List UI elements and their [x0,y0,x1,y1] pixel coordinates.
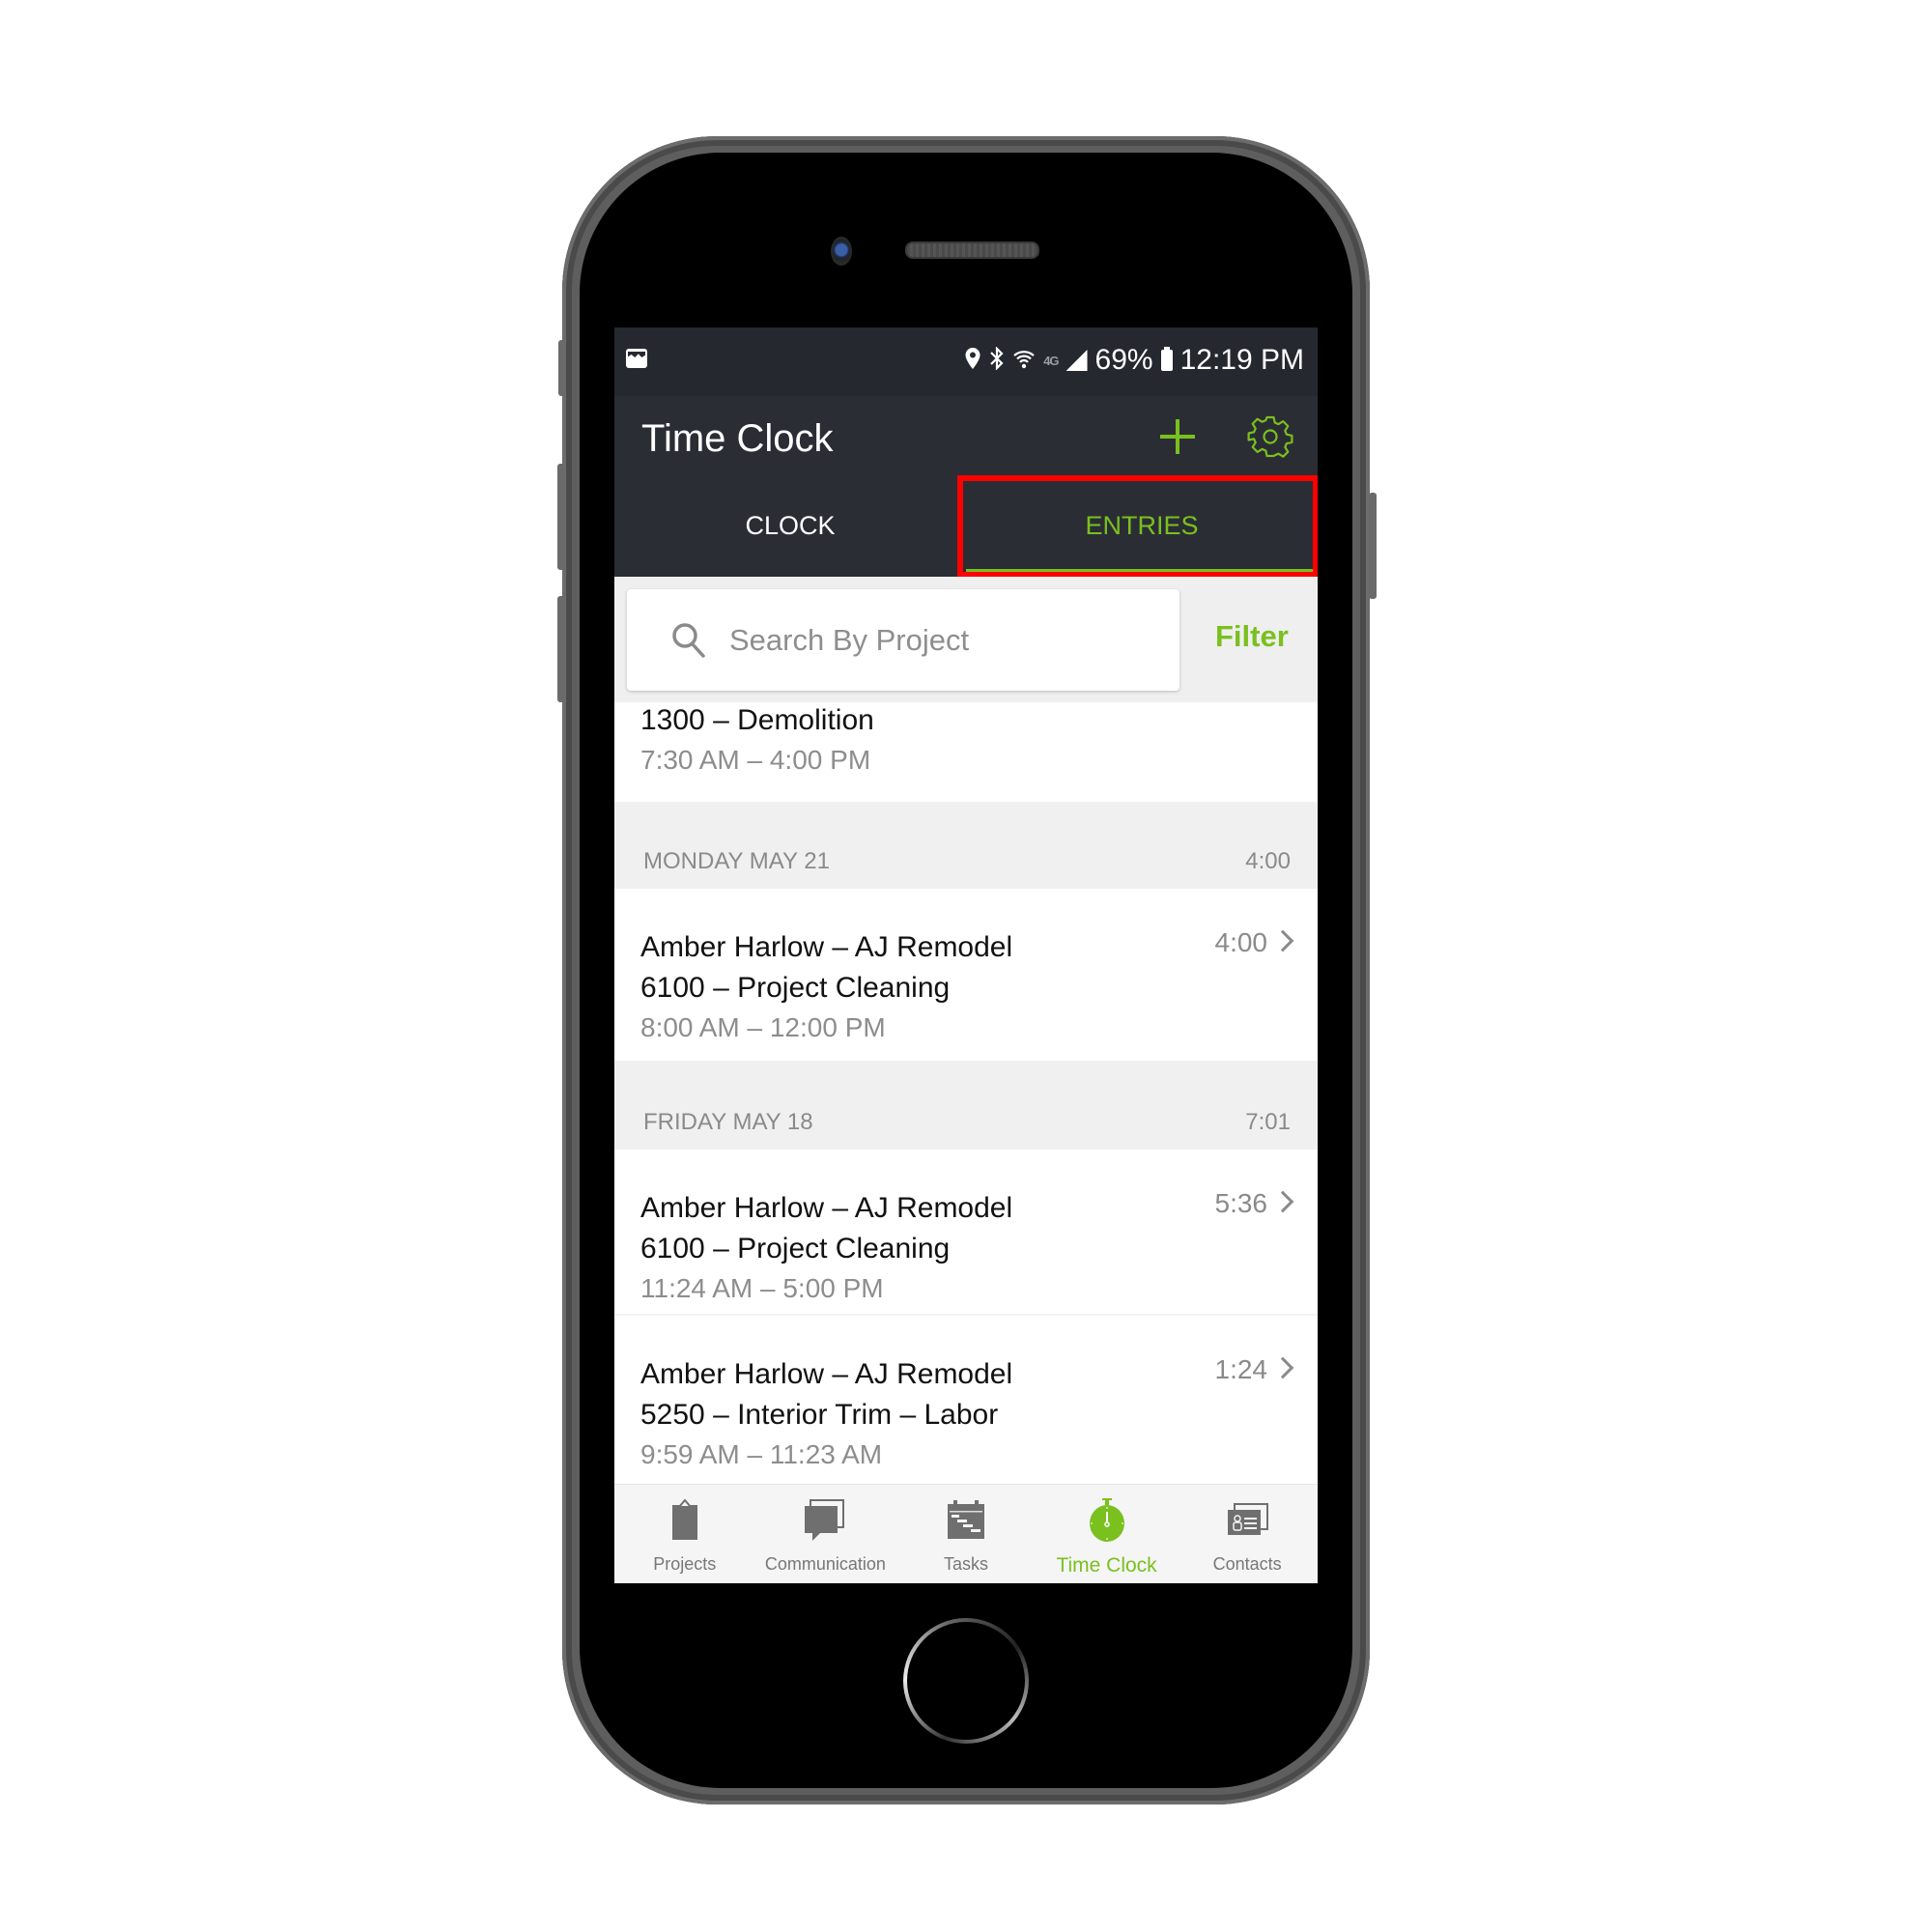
contact-card-icon [1228,1503,1269,1535]
time-entry-row[interactable]: Amber Harlow – AJ Remodel 6100 – Project… [614,889,1318,1061]
earpiece-speaker [905,242,1039,259]
settings-button[interactable] [1247,413,1293,460]
entry-duration: 1:24 [1214,1354,1268,1384]
entry-duration: 4:00 [1214,927,1268,957]
entry-time-range: 9:59 AM – 11:23 AM [640,1439,883,1469]
power-button [1369,493,1377,599]
search-input[interactable] [729,589,1154,691]
stopwatch-icon [1089,1498,1124,1542]
entry-cost-code: 6100 – Project Cleaning [640,1233,951,1264]
location-icon [964,347,981,375]
search-field[interactable] [627,589,1179,691]
gear-icon [1247,415,1293,458]
volume-up-button [557,464,565,570]
entry-cost-code: 1300 – Demolition [640,704,874,736]
nav-label: Communication [764,1554,886,1574]
nav-contacts[interactable]: Contacts [1177,1485,1318,1583]
nav-label: Contacts [1212,1554,1282,1574]
nav-label: Projects [653,1554,717,1574]
time-entry-row[interactable]: Amber Harlow – AJ Remodel 6100 – Project… [614,1150,1318,1316]
nav-label: Tasks [943,1554,988,1574]
app-bar: Time Clock CLOCK ENTRIES [614,396,1318,578]
clock-time: 12:19 PM [1179,344,1304,376]
nav-time-clock[interactable]: Time Clock [1037,1485,1178,1583]
filter-button[interactable]: Filter [1215,619,1289,654]
gantt-calendar-icon [947,1500,984,1539]
entry-cost-code: 5250 – Interior Trim – Labor [640,1399,999,1431]
day-label: MONDAY MAY 21 [643,848,830,874]
add-entry-button[interactable] [1158,417,1197,456]
page-title: Time Clock [641,417,834,460]
search-bar-area: Filter [614,577,1318,702]
clipboard-icon [671,1498,697,1540]
wifi-icon [1012,347,1036,375]
time-entries-list[interactable]: 1300 – Demolition 7:30 AM – 4:00 PM MOND… [614,702,1318,1484]
4g-icon: 4G [1043,353,1059,368]
day-total: 4:00 [1245,848,1291,874]
entry-time-range: 11:24 AM – 5:00 PM [640,1273,884,1303]
nav-communication[interactable]: Communication [755,1485,896,1583]
day-label: FRIDAY MAY 18 [643,1109,813,1135]
entry-duration: 5:36 [1214,1188,1268,1218]
search-icon [672,623,705,658]
time-entry-row[interactable]: Amber Harlow – AJ Remodel 5250 – Interio… [614,1316,1318,1482]
day-total: 7:01 [1245,1109,1291,1135]
front-camera [831,237,852,266]
app-screen: 4G 69% 12:19 PM Time Clock CLOCK ENTRIES [614,327,1318,1583]
status-bar: 4G 69% 12:19 PM [614,327,1318,396]
time-entry-row[interactable]: 1300 – Demolition 7:30 AM – 4:00 PM [614,702,1318,802]
bluetooth-icon [989,345,1005,375]
chat-bubbles-icon [805,1499,845,1541]
bottom-navigation: Projects Communication Tasks Time Clock … [614,1484,1318,1583]
volume-down-button [557,596,565,702]
entry-cost-code: 6100 – Project Cleaning [640,972,951,1004]
battery-percent: 69% [1094,344,1153,376]
signal-icon [1066,350,1088,371]
battery-icon [1160,347,1173,371]
tab-clock[interactable]: CLOCK [614,475,966,577]
day-header: FRIDAY MAY 18 7:01 [614,1061,1318,1150]
tab-entries[interactable]: ENTRIES [966,475,1318,577]
nav-projects[interactable]: Projects [614,1485,755,1583]
mute-switch [558,340,566,396]
nav-tasks[interactable]: Tasks [895,1485,1037,1583]
entry-time-range: 7:30 AM – 4:00 PM [640,745,871,775]
nav-label: Time Clock [1056,1554,1157,1577]
day-header: MONDAY MAY 21 4:00 [614,802,1318,889]
gallery-icon [626,349,647,368]
tab-bar: CLOCK ENTRIES [614,475,1318,577]
home-button[interactable] [903,1618,1029,1744]
status-indicators: 4G 69% 12:19 PM [964,343,1304,378]
entry-time-range: 8:00 AM – 12:00 PM [640,1012,886,1042]
